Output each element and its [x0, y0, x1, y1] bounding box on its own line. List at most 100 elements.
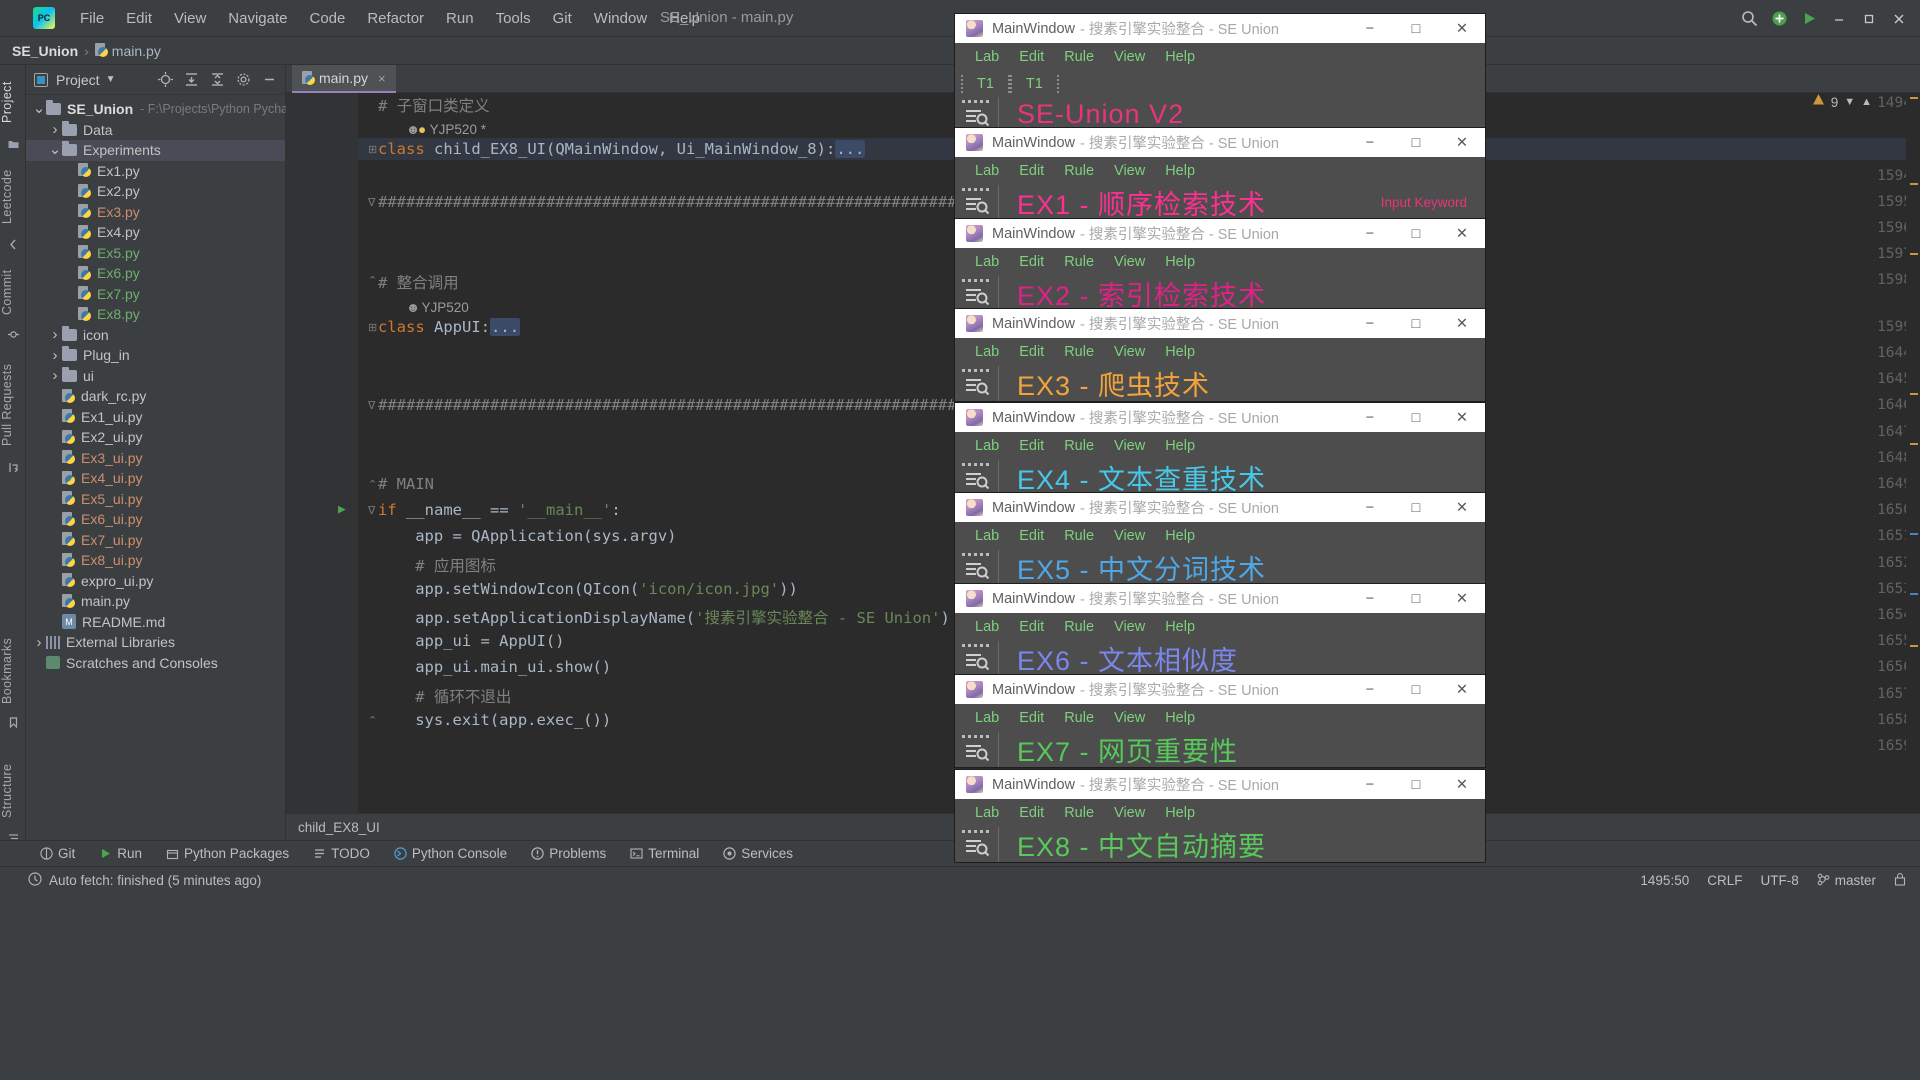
tree-item-ex3-ui-py[interactable]: Ex3_ui.py	[26, 448, 285, 469]
tree-item-ex6-py[interactable]: Ex6.py	[26, 263, 285, 284]
qt-menu-lab[interactable]: Lab	[965, 710, 1009, 726]
tree-item-ex7-ui-py[interactable]: Ex7_ui.py	[26, 530, 285, 551]
menu-window[interactable]: Window	[583, 7, 658, 30]
dock-handle[interactable]	[962, 463, 992, 466]
tree-item-ex1-py[interactable]: Ex1.py	[26, 161, 285, 182]
bottom-tab-services[interactable]: Services	[711, 846, 805, 861]
qt-menu-help[interactable]: Help	[1155, 254, 1205, 270]
tree-item-dark-rc-py[interactable]: dark_rc.py	[26, 386, 285, 407]
maximize-icon[interactable]: □	[1393, 403, 1439, 432]
bottom-tab-git[interactable]: Git	[28, 846, 87, 861]
qt-menu-help[interactable]: Help	[1155, 438, 1205, 454]
qt-menu-rule[interactable]: Rule	[1054, 805, 1104, 821]
qt-menu-lab[interactable]: Lab	[965, 49, 1009, 65]
close-icon[interactable]: ✕	[1439, 403, 1485, 432]
qt-window-ex5[interactable]: MainWindow- 搜素引擎实验整合 - SE Union−□✕LabEdi…	[955, 493, 1485, 585]
qt-menu-edit[interactable]: Edit	[1009, 49, 1054, 65]
qt-menu-edit[interactable]: Edit	[1009, 805, 1054, 821]
tree-item-ex4-ui-py[interactable]: Ex4_ui.py	[26, 468, 285, 489]
bottom-tab-python-packages[interactable]: Python Packages	[154, 846, 301, 861]
close-icon[interactable]: ✕	[1439, 584, 1485, 613]
bottom-tab-problems[interactable]: Problems	[519, 846, 618, 861]
maximize-window-icon[interactable]	[1854, 4, 1884, 34]
event-log-icon[interactable]	[28, 872, 42, 889]
minimize-icon[interactable]: −	[1347, 493, 1393, 522]
qt-menu-rule[interactable]: Rule	[1054, 163, 1104, 179]
file-encoding[interactable]: UTF-8	[1760, 873, 1798, 888]
qt-menu-rule[interactable]: Rule	[1054, 528, 1104, 544]
search-panel-icon[interactable]	[955, 827, 999, 862]
qt-titlebar[interactable]: MainWindow- 搜素引擎实验整合 - SE Union−□✕	[955, 403, 1485, 432]
qt-titlebar[interactable]: MainWindow- 搜素引擎实验整合 - SE Union−□✕	[955, 770, 1485, 799]
code-fold-icon[interactable]: ⌃	[368, 274, 377, 287]
menu-code[interactable]: Code	[298, 7, 356, 30]
chevron-right-icon[interactable]: ›	[48, 367, 62, 384]
tree-item-ex8-py[interactable]: Ex8.py	[26, 304, 285, 325]
chevron-right-icon[interactable]: ›	[32, 634, 46, 651]
search-panel-icon[interactable]	[955, 366, 999, 401]
close-icon[interactable]: ✕	[1439, 493, 1485, 522]
dock-handle[interactable]	[962, 553, 992, 556]
menu-edit[interactable]: Edit	[115, 7, 163, 30]
tree-item-ex4-py[interactable]: Ex4.py	[26, 222, 285, 243]
search-panel-icon[interactable]	[955, 550, 999, 585]
tree-item-plug-in[interactable]: ›Plug_in	[26, 345, 285, 366]
qt-menu-lab[interactable]: Lab	[965, 438, 1009, 454]
qt-menu-view[interactable]: View	[1104, 619, 1155, 635]
tree-item-ex5-ui-py[interactable]: Ex5_ui.py	[26, 489, 285, 510]
qt-menu-edit[interactable]: Edit	[1009, 619, 1054, 635]
chevron-down-icon[interactable]: ▼	[1844, 96, 1855, 108]
qt-menu-rule[interactable]: Rule	[1054, 254, 1104, 270]
tree-item-expro-ui-py[interactable]: expro_ui.py	[26, 571, 285, 592]
qt-titlebar[interactable]: MainWindow- 搜素引擎实验整合 - SE Union−□✕	[955, 128, 1485, 157]
add-icon[interactable]	[1764, 4, 1794, 34]
close-icon[interactable]: ✕	[1439, 219, 1485, 248]
search-panel-icon[interactable]	[955, 276, 999, 311]
code-fold-icon[interactable]: ⌃	[368, 714, 377, 727]
qt-menu-lab[interactable]: Lab	[965, 805, 1009, 821]
gear-icon[interactable]	[233, 70, 253, 90]
tree-item-external-libraries[interactable]: ›External Libraries	[26, 632, 285, 653]
search-panel-icon[interactable]	[955, 460, 999, 495]
menu-refactor[interactable]: Refactor	[356, 7, 435, 30]
menu-run[interactable]: Run	[435, 7, 485, 30]
bottom-tab-terminal[interactable]: Terminal	[618, 846, 711, 861]
bottom-tab-python-console[interactable]: Python Console	[382, 846, 519, 861]
qt-window-ex6[interactable]: MainWindow- 搜素引擎实验整合 - SE Union−□✕LabEdi…	[955, 584, 1485, 676]
chevron-right-icon[interactable]: ›	[48, 326, 62, 343]
qt-menu-view[interactable]: View	[1104, 438, 1155, 454]
close-icon[interactable]: ×	[378, 71, 386, 86]
qt-menu-lab[interactable]: Lab	[965, 344, 1009, 360]
tree-item-experiments[interactable]: ⌄Experiments	[26, 140, 285, 161]
sidebar-item-bookmarks[interactable]: Bookmarks	[0, 630, 26, 712]
minimize-icon[interactable]: −	[1347, 128, 1393, 157]
code-fold-icon[interactable]: ∇	[368, 399, 375, 412]
qt-menu-view[interactable]: View	[1104, 344, 1155, 360]
tree-item-ex3-py[interactable]: Ex3.py	[26, 202, 285, 223]
chevron-right-icon[interactable]: ›	[48, 121, 62, 138]
minimize-icon[interactable]: −	[1347, 403, 1393, 432]
maximize-icon[interactable]: □	[1393, 584, 1439, 613]
minimize-icon[interactable]: −	[1347, 675, 1393, 704]
qt-menu-rule[interactable]: Rule	[1054, 49, 1104, 65]
hide-panel-icon[interactable]	[259, 70, 279, 90]
bottom-tab-todo[interactable]: TODO	[301, 846, 382, 861]
minimize-icon[interactable]: −	[1347, 309, 1393, 338]
code-fold-icon[interactable]: ∇	[368, 196, 375, 209]
locate-icon[interactable]	[155, 70, 175, 90]
tree-item-ex2-ui-py[interactable]: Ex2_ui.py	[26, 427, 285, 448]
qt-menu-help[interactable]: Help	[1155, 49, 1205, 65]
dock-handle[interactable]	[962, 100, 992, 103]
tree-item-ex1-ui-py[interactable]: Ex1_ui.py	[26, 407, 285, 428]
search-panel-icon[interactable]	[955, 732, 999, 767]
dock-handle[interactable]	[962, 279, 992, 282]
qt-menu-view[interactable]: View	[1104, 254, 1155, 270]
inspection-widget[interactable]: 9 ▼ ▲	[1812, 93, 1872, 111]
maximize-icon[interactable]: □	[1393, 675, 1439, 704]
qt-window-ex7[interactable]: MainWindow- 搜素引擎实验整合 - SE Union−□✕LabEdi…	[955, 675, 1485, 767]
tree-item-ex7-py[interactable]: Ex7.py	[26, 284, 285, 305]
close-window-icon[interactable]	[1884, 4, 1914, 34]
qt-window-ex8[interactable]: MainWindow- 搜素引擎实验整合 - SE Union−□✕ LabEdi…	[955, 770, 1485, 862]
qt-menu-help[interactable]: Help	[1155, 528, 1205, 544]
qt-window-ex3[interactable]: MainWindow- 搜素引擎实验整合 - SE Union−□✕LabEdi…	[955, 309, 1485, 401]
